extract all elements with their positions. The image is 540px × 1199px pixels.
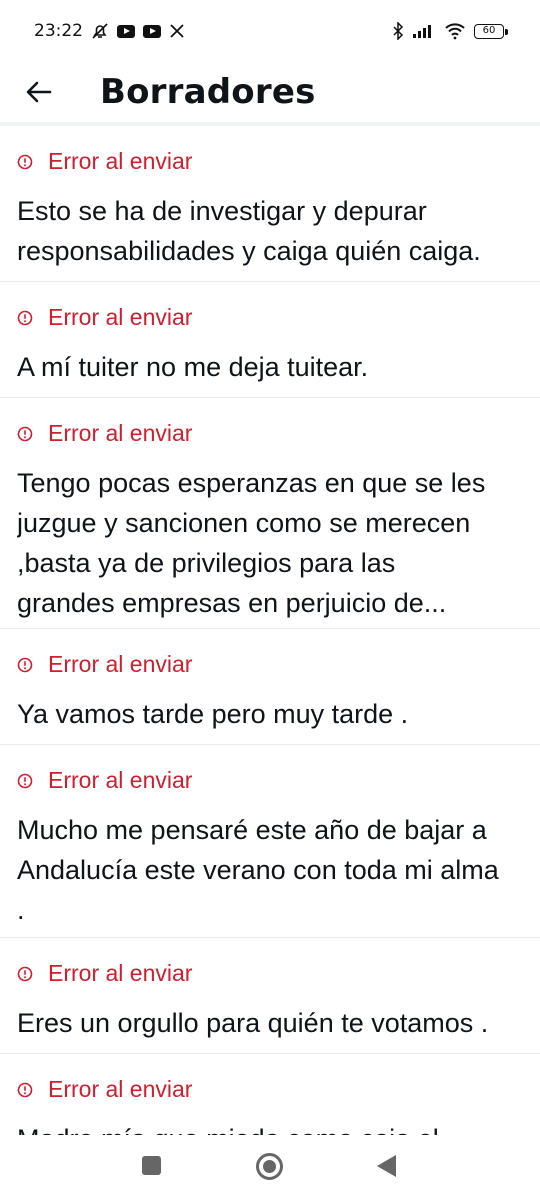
draft-text: Esto se ha de investigar y depurar respo… [17, 196, 481, 266]
error-label: Error al enviar [48, 960, 193, 986]
draft-error-status: Error al enviar [17, 148, 192, 175]
draft-text: Madre mía que miedo como coja el [17, 1119, 524, 1135]
alert-circle-icon [17, 657, 33, 673]
draft-text: Eres un orgullo para quién te votamos . [17, 1008, 489, 1038]
recents-square-icon[interactable] [142, 1156, 161, 1175]
bluetooth-icon [392, 22, 404, 40]
draft-item[interactable]: Error al enviar A mí tuiter no me deja t… [0, 282, 540, 398]
status-time: 23:22 [34, 21, 83, 41]
draft-text: A mí tuiter no me deja tuitear. [17, 352, 369, 382]
draft-item[interactable]: Error al enviar Ya vamos tarde pero muy … [0, 629, 540, 745]
alert-circle-icon [17, 154, 33, 170]
draft-text: Ya vamos tarde pero muy tarde . [17, 699, 409, 729]
draft-list: Error al enviar Esto se ha de investigar… [0, 126, 540, 1135]
status-left: 23:22 [34, 21, 185, 41]
error-label: Error al enviar [48, 1076, 193, 1102]
draft-text: Mucho me pensaré este año de bajar a And… [17, 815, 499, 925]
error-label: Error al enviar [48, 420, 193, 446]
app-header: Borradores [0, 62, 540, 122]
error-label: Error al enviar [48, 767, 193, 793]
error-label: Error al enviar [48, 651, 193, 677]
home-circle-icon[interactable] [256, 1153, 283, 1180]
youtube-icon [143, 24, 161, 38]
error-label: Error al enviar [48, 304, 193, 330]
draft-error-status: Error al enviar [17, 767, 192, 794]
draft-error-status: Error al enviar [17, 1076, 192, 1103]
error-label: Error al enviar [48, 148, 193, 174]
draft-item[interactable]: Error al enviar Eres un orgullo para qui… [0, 938, 540, 1054]
back-button[interactable] [0, 62, 78, 122]
draft-item[interactable]: Error al enviar Madre mía que miedo como… [0, 1054, 540, 1135]
alert-circle-icon [17, 426, 33, 442]
arrow-left-icon [26, 81, 52, 103]
bell-off-icon [91, 22, 109, 40]
status-bar: 23:22 60 [0, 0, 540, 62]
signal-icon [412, 23, 436, 39]
draft-text: Tengo pocas esperanzas en que se les juz… [17, 468, 486, 618]
alert-circle-icon [17, 773, 33, 789]
alert-circle-icon [17, 966, 33, 982]
wifi-icon [444, 22, 466, 40]
draft-error-status: Error al enviar [17, 420, 192, 447]
x-icon [169, 23, 185, 39]
draft-item[interactable]: Error al enviar Esto se ha de investigar… [0, 126, 540, 282]
draft-error-status: Error al enviar [17, 651, 192, 678]
page-title: Borradores [100, 72, 316, 112]
youtube-icon [117, 24, 135, 38]
draft-error-status: Error al enviar [17, 304, 192, 331]
draft-item[interactable]: Error al enviar Mucho me pensaré este añ… [0, 745, 540, 938]
alert-circle-icon [17, 1082, 33, 1098]
battery-icon: 60 [474, 23, 508, 39]
draft-item[interactable]: Error al enviar Tengo pocas esperanzas e… [0, 398, 540, 629]
back-triangle-icon[interactable] [377, 1155, 396, 1177]
draft-error-status: Error al enviar [17, 960, 192, 987]
alert-circle-icon [17, 310, 33, 326]
status-right: 60 [392, 22, 508, 40]
